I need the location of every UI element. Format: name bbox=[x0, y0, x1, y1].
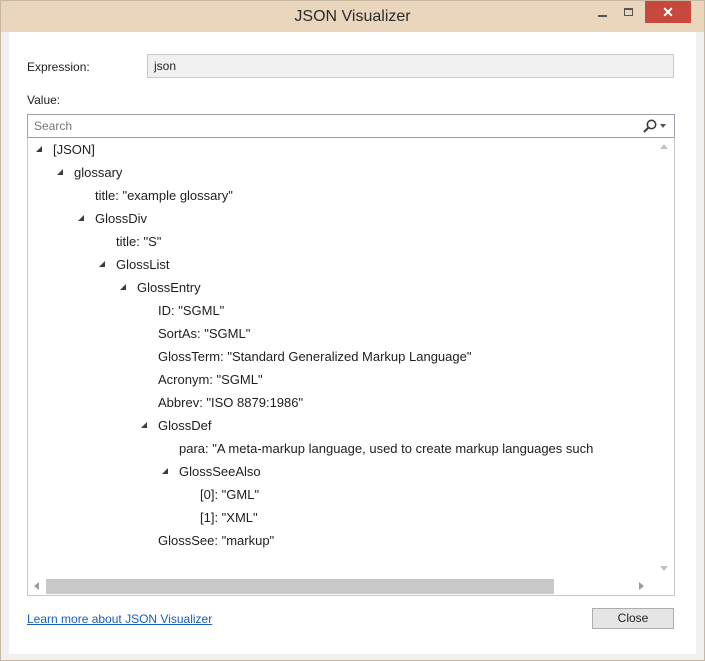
search-box[interactable] bbox=[27, 114, 675, 138]
value-label: Value: bbox=[27, 93, 61, 107]
tree-node-label: GlossList bbox=[116, 257, 170, 272]
search-icon[interactable] bbox=[642, 118, 658, 134]
json-visualizer-window: JSON Visualizer ✕ Expression: json Value… bbox=[0, 0, 705, 661]
tree-node-label: Abbrev: "ISO 8879:1986" bbox=[158, 395, 304, 410]
expression-field[interactable]: json bbox=[147, 54, 674, 78]
tree-node-abbrev[interactable]: Abbrev: "ISO 8879:1986" bbox=[158, 391, 303, 414]
learn-more-link[interactable]: Learn more about JSON Visualizer bbox=[27, 612, 212, 626]
tree-node-label: para: "A meta-markup language, used to c… bbox=[179, 441, 594, 456]
search-input[interactable] bbox=[28, 115, 628, 137]
scroll-down-arrow-icon[interactable] bbox=[660, 566, 668, 571]
tree-content: [JSON] glossary title: "example glossary… bbox=[28, 138, 653, 578]
tree-node-label: GlossDef bbox=[158, 418, 212, 433]
tree-node-json[interactable]: [JSON] bbox=[36, 138, 95, 161]
tree-node-label: GlossDiv bbox=[95, 211, 148, 226]
close-button[interactable]: Close bbox=[592, 608, 674, 629]
tree-node-label: title: "S" bbox=[116, 234, 162, 249]
tree-node-id[interactable]: ID: "SGML" bbox=[158, 299, 224, 322]
tree-node-title-s[interactable]: title: "S" bbox=[116, 230, 161, 253]
expand-arrow-icon[interactable] bbox=[99, 261, 105, 267]
dialog-body: Expression: json Value: [JSON] glossary bbox=[9, 32, 696, 654]
chevron-down-icon[interactable] bbox=[660, 124, 666, 128]
tree-node-glossentry[interactable]: GlossEntry bbox=[120, 276, 201, 299]
tree-node-label: ID: "SGML" bbox=[158, 303, 225, 318]
close-icon: ✕ bbox=[662, 4, 674, 20]
tree-node-glosssee[interactable]: GlossSee: "markup" bbox=[158, 529, 274, 552]
expand-arrow-icon[interactable] bbox=[36, 146, 42, 152]
tree-node-label: GlossTerm: "Standard Generalized Markup … bbox=[158, 349, 472, 364]
tree-node-label: GlossSeeAlso bbox=[179, 464, 261, 479]
scroll-left-arrow-icon[interactable] bbox=[34, 582, 39, 590]
scroll-up-arrow-icon[interactable] bbox=[660, 144, 668, 149]
scroll-right-arrow-icon[interactable] bbox=[639, 582, 644, 590]
tree-node-glossseealso[interactable]: GlossSeeAlso bbox=[162, 460, 261, 483]
expand-arrow-icon[interactable] bbox=[57, 169, 63, 175]
tree-node-label: GlossSee: "markup" bbox=[158, 533, 275, 548]
tree-node-title[interactable]: title: "example glossary" bbox=[95, 184, 233, 207]
vertical-scrollbar[interactable] bbox=[653, 138, 674, 578]
minimize-icon bbox=[597, 15, 607, 17]
tree-node-para[interactable]: para: "A meta-markup language, used to c… bbox=[179, 437, 593, 460]
tree-node-label: Acronym: "SGML" bbox=[158, 372, 263, 387]
minimize-button[interactable] bbox=[589, 1, 615, 23]
maximize-icon bbox=[623, 8, 633, 16]
title-bar[interactable]: JSON Visualizer ✕ bbox=[1, 1, 704, 32]
tree-node-index-1[interactable]: [1]: "XML" bbox=[200, 506, 258, 529]
tree-node-glossdef[interactable]: GlossDef bbox=[141, 414, 211, 437]
horizontal-scrollbar[interactable] bbox=[28, 578, 653, 595]
tree-node-label: SortAs: "SGML" bbox=[158, 326, 251, 341]
expand-arrow-icon[interactable] bbox=[120, 284, 126, 290]
tree-node-index-0[interactable]: [0]: "GML" bbox=[200, 483, 259, 506]
tree-node-glossary[interactable]: glossary bbox=[57, 161, 122, 184]
maximize-button[interactable] bbox=[615, 1, 641, 23]
tree-node-label: [0]: "GML" bbox=[200, 487, 260, 502]
tree-node-glosslist[interactable]: GlossList bbox=[99, 253, 169, 276]
window-close-button[interactable]: ✕ bbox=[645, 1, 691, 23]
tree-node-label: glossary bbox=[74, 165, 123, 180]
tree-node-glossterm[interactable]: GlossTerm: "Standard Generalized Markup … bbox=[158, 345, 471, 368]
tree-node-label: [JSON] bbox=[53, 142, 95, 157]
tree-node-label: [1]: "XML" bbox=[200, 510, 258, 525]
tree-node-acronym[interactable]: Acronym: "SGML" bbox=[158, 368, 263, 391]
tree-node-sortas[interactable]: SortAs: "SGML" bbox=[158, 322, 250, 345]
expression-label: Expression: bbox=[27, 60, 90, 74]
expand-arrow-icon[interactable] bbox=[141, 422, 147, 428]
expand-arrow-icon[interactable] bbox=[162, 468, 168, 474]
tree-node-label: title: "example glossary" bbox=[95, 188, 233, 203]
json-tree-view[interactable]: [JSON] glossary title: "example glossary… bbox=[27, 138, 675, 596]
tree-node-glossdiv[interactable]: GlossDiv bbox=[78, 207, 147, 230]
expand-arrow-icon[interactable] bbox=[78, 215, 84, 221]
tree-node-label: GlossEntry bbox=[137, 280, 201, 295]
horizontal-scroll-thumb[interactable] bbox=[46, 579, 554, 594]
